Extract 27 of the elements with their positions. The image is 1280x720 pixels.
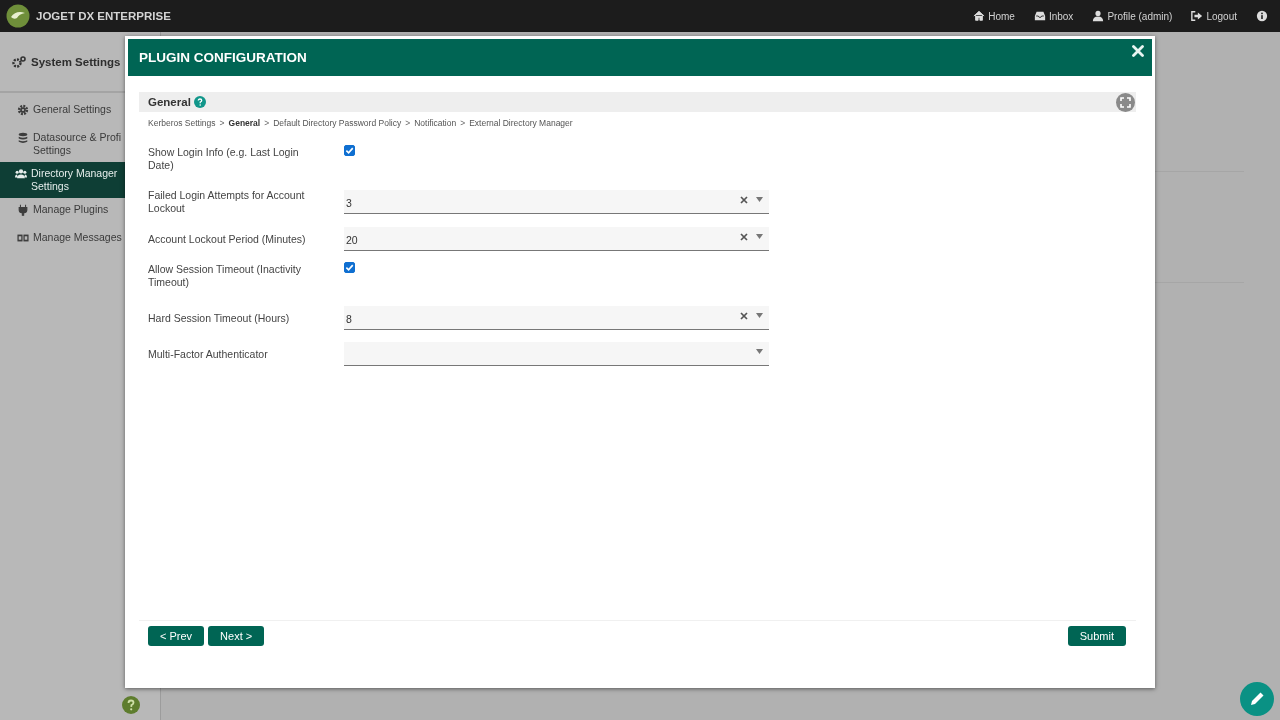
select-field[interactable]: 20: [344, 227, 769, 251]
sidebar-title: System Settings: [31, 55, 121, 68]
section-title: General: [148, 96, 191, 108]
prev-button[interactable]: < Prev: [148, 626, 205, 646]
submit-button[interactable]: Submit: [1067, 626, 1126, 646]
breadcrumb-separator: >: [405, 118, 411, 128]
breadcrumb-step[interactable]: General: [228, 118, 261, 128]
brand-name: JOGET DX ENTERPRISE: [36, 10, 171, 22]
select-field[interactable]: 3: [344, 190, 769, 214]
breadcrumb-step[interactable]: External Directory Manager: [469, 118, 573, 128]
next-button[interactable]: Next >: [208, 626, 265, 646]
breadcrumb-separator: >: [264, 118, 270, 128]
nav-link[interactable]: Home: [973, 10, 1015, 22]
select-field[interactable]: 8: [344, 306, 769, 330]
breadcrumb-separator: >: [460, 118, 466, 128]
nav-link[interactable]: Profile (admin): [1092, 10, 1173, 22]
breadcrumb-step[interactable]: Notification: [414, 118, 457, 128]
breadcrumb-step[interactable]: Default Directory Password Policy: [273, 118, 402, 128]
field-label: Allow Session Timeout (Inactivity Timeout): [148, 263, 302, 289]
nav-link[interactable]: Logout: [1191, 10, 1237, 22]
dialog-title: PLUGIN CONFIGURATION: [139, 50, 307, 65]
field-label: Multi-Factor Authenticator: [148, 347, 269, 361]
field-label: Hard Session Timeout (Hours): [148, 311, 291, 325]
breadcrumb-separator: >: [219, 118, 225, 128]
field-label: Account Lockout Period (Minutes): [148, 232, 307, 246]
nav-link[interactable]: Inbox: [1033, 10, 1074, 22]
breadcrumb-step[interactable]: Kerberos Settings: [148, 118, 216, 128]
